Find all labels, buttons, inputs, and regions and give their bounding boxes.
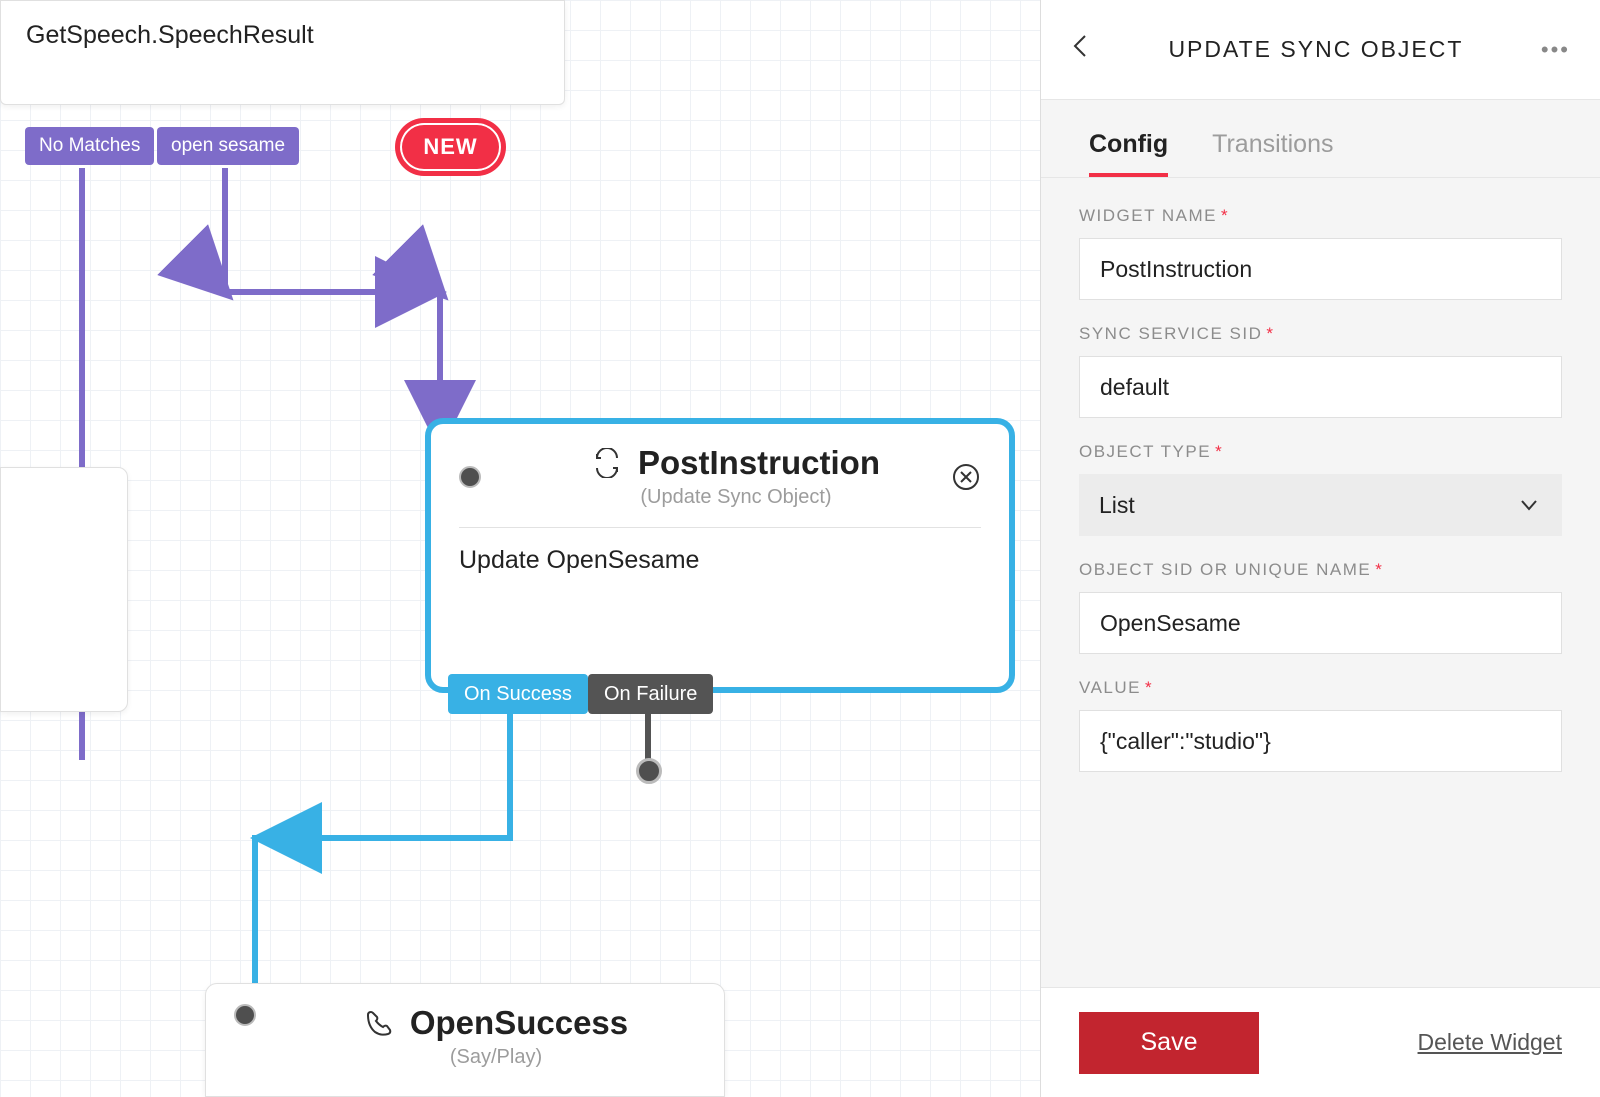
failure-port-icon[interactable] (636, 758, 662, 784)
input-sync-service-sid[interactable] (1079, 356, 1562, 418)
panel-tabs: Config Transitions (1041, 100, 1600, 178)
phone-icon (364, 1008, 394, 1038)
label-object-type: OBJECT TYPE* (1079, 442, 1562, 462)
widget-body-text: Update OpenSesame (431, 528, 1009, 593)
back-icon[interactable] (1071, 32, 1091, 68)
postinstruction-widget[interactable]: PostInstruction (Update Sync Object) Upd… (425, 418, 1015, 693)
output-on-success[interactable]: On Success (448, 674, 588, 714)
tab-config[interactable]: Config (1089, 130, 1168, 177)
label-object-sid: OBJECT SID OR UNIQUE NAME* (1079, 560, 1562, 580)
partial-widget-left[interactable] (0, 467, 128, 712)
select-object-type-value: List (1099, 492, 1135, 519)
output-open-sesame[interactable]: open sesame (157, 127, 299, 165)
tab-transitions[interactable]: Transitions (1212, 130, 1333, 177)
widget-subtitle: (Say/Play) (296, 1046, 696, 1069)
getspeech-label: GetSpeech.SpeechResult (26, 21, 314, 50)
input-object-sid[interactable] (1079, 592, 1562, 654)
delete-widget-link[interactable]: Delete Widget (1418, 1029, 1562, 1056)
widget-title: PostInstruction (638, 444, 880, 482)
output-on-failure[interactable]: On Failure (588, 674, 713, 714)
close-icon[interactable] (951, 462, 981, 492)
output-no-matches[interactable]: No Matches (25, 127, 154, 165)
new-badge[interactable]: NEW (398, 121, 503, 173)
more-icon[interactable]: ••• (1541, 37, 1570, 63)
chevron-down-icon (1518, 494, 1540, 516)
sync-icon (592, 448, 622, 478)
widget-subtitle: (Update Sync Object) (521, 486, 951, 509)
input-value[interactable] (1079, 710, 1562, 772)
save-button[interactable]: Save (1079, 1012, 1259, 1074)
input-port-icon[interactable] (459, 466, 481, 488)
input-port-icon[interactable] (234, 1004, 256, 1026)
config-panel: UPDATE SYNC OBJECT ••• Config Transition… (1040, 0, 1600, 1097)
panel-title: UPDATE SYNC OBJECT (1091, 36, 1541, 63)
label-value: VALUE* (1079, 678, 1562, 698)
getspeech-widget[interactable]: GetSpeech.SpeechResult (0, 0, 565, 105)
select-object-type[interactable]: List (1079, 474, 1562, 536)
input-widget-name[interactable] (1079, 238, 1562, 300)
label-sync-service-sid: SYNC SERVICE SID* (1079, 324, 1562, 344)
flow-canvas[interactable]: GetSpeech.SpeechResult No Matches open s… (0, 0, 1040, 1097)
opensuccess-widget[interactable]: OpenSuccess (Say/Play) (205, 983, 725, 1097)
label-widget-name: WIDGET NAME* (1079, 206, 1562, 226)
widget-title: OpenSuccess (410, 1004, 628, 1042)
